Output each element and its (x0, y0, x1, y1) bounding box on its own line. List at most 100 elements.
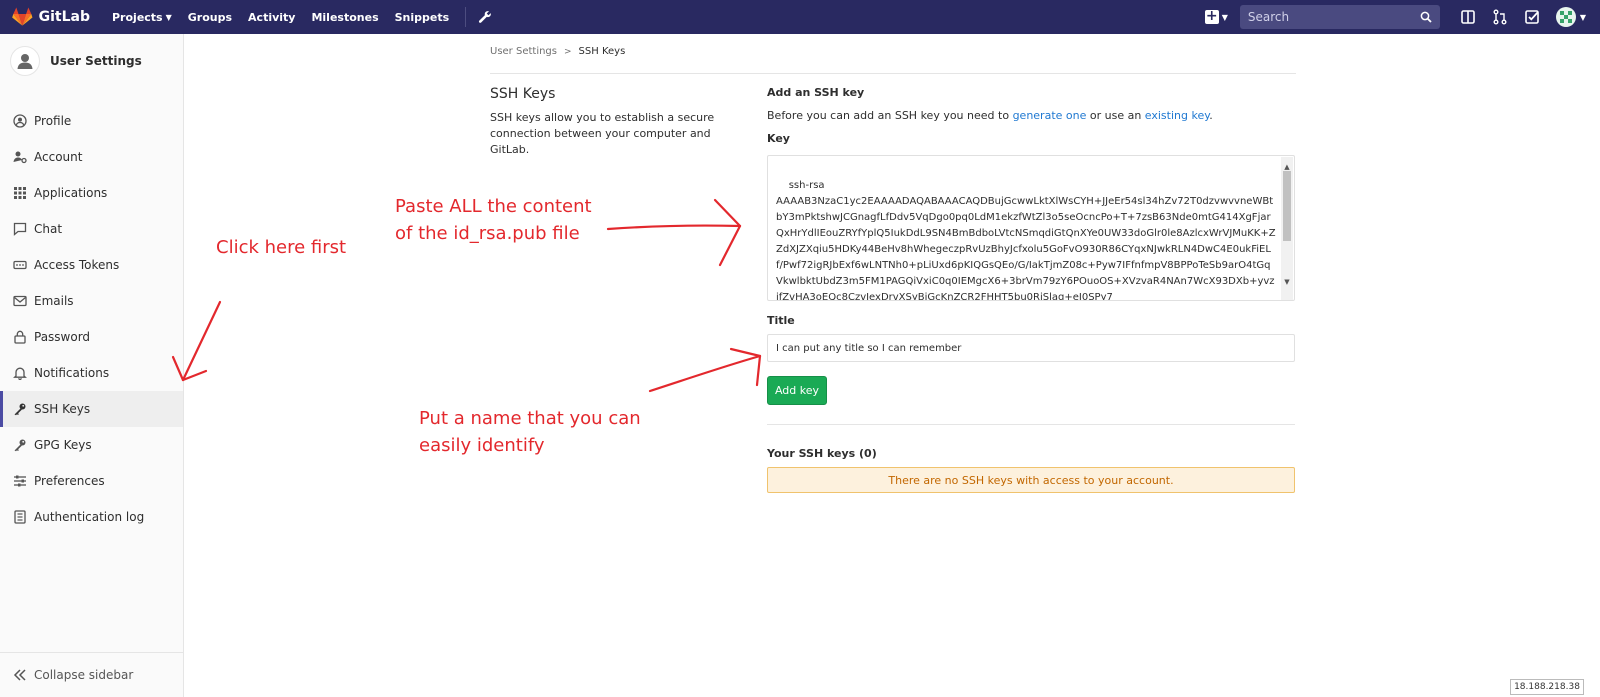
sidebar-item-label: Authentication log (34, 510, 145, 524)
collapse-sidebar-label: Collapse sidebar (34, 668, 134, 682)
annotation-paste: Paste ALL the content of the id_rsa.pub … (395, 193, 592, 247)
profile-icon (13, 114, 27, 128)
double-chevron-left-icon (13, 669, 26, 681)
sidebar-item-label: Account (34, 150, 83, 164)
access-tokens-icon (13, 260, 27, 270)
breadcrumb: User Settings > SSH Keys (490, 46, 625, 57)
preferences-icon (14, 475, 26, 487)
sidebar-item-gpg-keys[interactable]: GPG Keys (0, 427, 183, 463)
nav-milestones[interactable]: Milestones (311, 11, 378, 24)
todo-check-icon[interactable] (1524, 9, 1540, 25)
plus-icon: + (1204, 8, 1219, 24)
nav-snippets[interactable]: Snippets (395, 11, 450, 24)
chevron-down-icon: ▼ (1221, 12, 1228, 22)
key-textarea-value: ssh-rsa AAAAB3NzaC1yc2EAAAADAQABAAACAQDB… (776, 180, 1276, 301)
arrow-to-title-field (648, 347, 762, 393)
form-intro: Before you can add an SSH key you need t… (767, 109, 1295, 122)
identicon-icon (1559, 11, 1572, 23)
admin-wrench-icon[interactable] (478, 10, 492, 24)
gitlab-home-link[interactable]: GitLab (12, 7, 90, 27)
sidebar-item-account[interactable]: Account (0, 139, 183, 175)
breadcrumb-user-settings[interactable]: User Settings (490, 46, 557, 57)
sidebar-item-label: Notifications (34, 366, 110, 380)
nav-divider (465, 7, 467, 27)
breadcrumb-ssh-keys[interactable]: SSH Keys (579, 46, 626, 57)
ip-address-badge: 18.188.218.38 (1510, 679, 1584, 695)
user-silhouette-icon (17, 54, 33, 69)
key-icon (14, 403, 26, 416)
nav-groups[interactable]: Groups (188, 11, 232, 24)
account-icon (13, 151, 27, 164)
sidebar-item-label: Access Tokens (34, 258, 120, 272)
emails-icon (13, 295, 27, 307)
nav-projects-label: Projects (112, 10, 163, 24)
title-input[interactable] (767, 334, 1295, 362)
sidebar-item-label: Password (34, 330, 91, 344)
sidebar-avatar (10, 46, 40, 76)
section-description: SSH keys allow you to establish a secure… (490, 111, 715, 156)
chevron-down-icon[interactable]: ▼ (1580, 13, 1586, 22)
applications-icon (14, 187, 26, 199)
intro-text-middle: or use an (1086, 109, 1145, 122)
key-textarea[interactable]: ssh-rsa AAAAB3NzaC1yc2EAAAADAQABAAACAQDB… (767, 155, 1295, 301)
sidebar-item-ssh-keys[interactable]: SSH Keys (0, 391, 183, 427)
annotation-name-line1: Put a name that you can (419, 408, 641, 429)
topbar-right: + ▼ ▼ (1204, 0, 1600, 34)
search-box[interactable] (1239, 5, 1440, 29)
section-intro: SSH Keys SSH keys allow you to establish… (490, 86, 740, 158)
existing-key-link[interactable]: existing key (1145, 109, 1209, 122)
user-avatar[interactable] (1555, 7, 1576, 27)
no-keys-message: There are no SSH keys with access to you… (888, 473, 1174, 487)
breadcrumb-divider (490, 73, 1296, 74)
sidebar-item-applications[interactable]: Applications (0, 175, 183, 211)
gitlab-logo-icon (12, 7, 33, 26)
chat-icon (13, 222, 27, 236)
merge-request-icon[interactable] (1492, 9, 1508, 25)
sidebar-item-notifications[interactable]: Notifications (0, 355, 183, 391)
new-dropdown-button[interactable]: + ▼ (1204, 8, 1228, 24)
collapse-sidebar-button[interactable]: Collapse sidebar (0, 652, 183, 697)
annotation-click-here: Click here first (216, 237, 347, 258)
chevron-right-icon: > (564, 46, 572, 57)
key-textarea-scrollbar[interactable]: ▲ ▼ (1281, 157, 1293, 300)
intro-text-end: . (1209, 109, 1213, 122)
intro-text: Before you can add an SSH key you need t… (767, 109, 1013, 122)
nav-projects[interactable]: Projects ▼ (112, 11, 172, 24)
ip-address: 18.188.218.38 (1514, 682, 1580, 692)
generate-one-link[interactable]: generate one (1013, 109, 1087, 122)
bell-icon (13, 367, 27, 380)
sidebar-item-label: Emails (34, 294, 74, 308)
nav-activity[interactable]: Activity (248, 11, 295, 24)
form-divider (767, 424, 1295, 425)
scroll-down-icon[interactable]: ▼ (1281, 274, 1293, 290)
sidebar-item-chat[interactable]: Chat (0, 211, 183, 247)
key-icon (14, 439, 26, 452)
search-input[interactable] (1247, 10, 1398, 24)
sidebar-item-password[interactable]: Password (0, 319, 183, 355)
log-icon (14, 510, 26, 524)
add-ssh-key-form: Add an SSH key Before you can add an SSH… (767, 86, 1295, 493)
arrow-to-key-field (606, 198, 742, 267)
sidebar-item-label: GPG Keys (34, 438, 92, 452)
lock-icon (14, 330, 26, 344)
top-navbar: GitLab Projects ▼ Groups Activity Milesto… (0, 0, 1600, 34)
no-keys-warning: There are no SSH keys with access to you… (767, 467, 1295, 493)
sidebar-item-authentication-log[interactable]: Authentication log (0, 499, 183, 535)
annotation-paste-line1: Paste ALL the content (395, 196, 592, 217)
key-label: Key (767, 132, 790, 145)
form-heading: Add an SSH key (767, 86, 865, 99)
main-nav: Projects ▼ Groups Activity Milestones Sni… (112, 7, 492, 27)
scrollbar-thumb[interactable] (1283, 171, 1291, 241)
settings-sidebar: User Settings Profile Account Applicatio… (0, 34, 184, 697)
sidebar-item-access-tokens[interactable]: Access Tokens (0, 247, 183, 283)
sidebar-item-emails[interactable]: Emails (0, 283, 183, 319)
sidebar-item-label: Chat (34, 222, 63, 236)
search-icon (1420, 11, 1432, 23)
add-key-button[interactable]: Add key (767, 376, 827, 405)
sidebar-header[interactable]: User Settings (0, 38, 183, 84)
sidebar-toggle-icon[interactable] (1460, 9, 1476, 25)
sidebar-item-profile[interactable]: Profile (0, 103, 183, 139)
sidebar-item-label: Applications (34, 186, 108, 200)
sidebar-item-label: Profile (34, 114, 72, 128)
sidebar-item-preferences[interactable]: Preferences (0, 463, 183, 499)
